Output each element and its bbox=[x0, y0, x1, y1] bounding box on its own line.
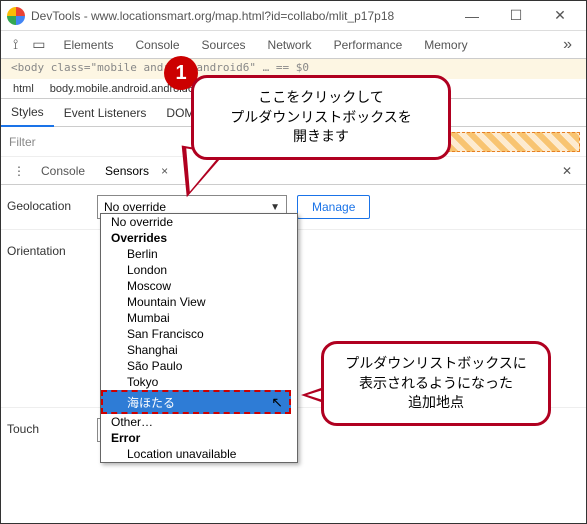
geolocation-select-value: No override bbox=[104, 200, 166, 214]
geolocation-dropdown[interactable]: No override Overrides Berlin London Mosc… bbox=[100, 213, 298, 463]
styles-tab-styles[interactable]: Styles bbox=[1, 99, 54, 127]
drawer-tab-sensors-close-icon[interactable]: × bbox=[161, 164, 168, 178]
crumb-html[interactable]: html bbox=[5, 83, 42, 95]
tab-network[interactable]: Network bbox=[258, 31, 322, 59]
option-no-override[interactable]: No override bbox=[101, 214, 297, 230]
option-mumbai[interactable]: Mumbai bbox=[101, 310, 297, 326]
devtools-favicon-icon bbox=[7, 7, 25, 25]
option-group-overrides: Overrides bbox=[101, 230, 297, 246]
tab-sources[interactable]: Sources bbox=[192, 31, 256, 59]
geolocation-label: Geolocation bbox=[7, 195, 97, 213]
option-san-francisco[interactable]: San Francisco bbox=[101, 326, 297, 342]
mouse-cursor-icon: ↖ bbox=[271, 394, 283, 411]
window-maximize-button[interactable]: ☐ bbox=[494, 1, 538, 31]
window-minimize-button[interactable]: — bbox=[450, 1, 494, 31]
styles-tab-event-listeners[interactable]: Event Listeners bbox=[54, 99, 157, 127]
callout1-line1: ここをクリックして bbox=[208, 88, 434, 108]
window-title: DevTools - www.locationsmart.org/map.htm… bbox=[31, 9, 450, 23]
callout2-line2: 表示されるようになった bbox=[338, 374, 534, 394]
tab-elements[interactable]: Elements bbox=[53, 31, 123, 59]
window-close-button[interactable]: ✕ bbox=[538, 1, 582, 31]
option-tokyo[interactable]: Tokyo bbox=[101, 374, 297, 390]
tab-console[interactable]: Console bbox=[125, 31, 189, 59]
option-mountain-view[interactable]: Mountain View bbox=[101, 294, 297, 310]
option-umihotaru-label: 海ほたる bbox=[127, 394, 175, 411]
touch-label: Touch bbox=[7, 418, 97, 436]
chevron-down-icon: ▼ bbox=[270, 202, 280, 213]
window-titlebar: DevTools - www.locationsmart.org/map.htm… bbox=[1, 1, 586, 31]
annotation-callout-1: ここをクリックして プルダウンリストボックスを 開きます bbox=[191, 75, 451, 160]
drawer-tab-sensors[interactable]: Sensors bbox=[95, 164, 159, 178]
option-berlin[interactable]: Berlin bbox=[101, 246, 297, 262]
callout2-line1: プルダウンリストボックスに bbox=[338, 354, 534, 374]
device-toolbar-icon[interactable]: ▭ bbox=[26, 36, 51, 53]
option-other[interactable]: Other… bbox=[101, 414, 297, 430]
option-sao-paulo[interactable]: São Paulo bbox=[101, 358, 297, 374]
main-tabs: ⟟ ▭ Elements Console Sources Network Per… bbox=[1, 31, 586, 59]
option-umihotaru[interactable]: 海ほたる ↖ bbox=[101, 390, 291, 414]
drawer-menu-icon[interactable]: ⋮ bbox=[7, 164, 31, 178]
drawer-close-icon[interactable]: ✕ bbox=[554, 164, 580, 178]
orientation-label: Orientation bbox=[7, 240, 97, 258]
callout1-line3: 開きます bbox=[208, 127, 434, 147]
geolocation-manage-button[interactable]: Manage bbox=[297, 195, 370, 219]
more-tabs-icon[interactable]: » bbox=[555, 36, 580, 54]
drawer-tabs: ⋮ Console Sensors × ✕ bbox=[1, 157, 586, 185]
option-shanghai[interactable]: Shanghai bbox=[101, 342, 297, 358]
callout2-line3: 追加地点 bbox=[338, 393, 534, 413]
annotation-callout-2: プルダウンリストボックスに 表示されるようになった 追加地点 bbox=[321, 341, 551, 426]
option-location-unavailable[interactable]: Location unavailable bbox=[101, 446, 297, 462]
callout1-line2: プルダウンリストボックスを bbox=[208, 108, 434, 128]
option-moscow[interactable]: Moscow bbox=[101, 278, 297, 294]
tab-memory[interactable]: Memory bbox=[414, 31, 477, 59]
option-group-error: Error bbox=[101, 430, 297, 446]
option-london[interactable]: London bbox=[101, 262, 297, 278]
tab-performance[interactable]: Performance bbox=[324, 31, 413, 59]
inspect-icon[interactable]: ⟟ bbox=[7, 36, 24, 53]
drawer-tab-console[interactable]: Console bbox=[31, 164, 95, 178]
